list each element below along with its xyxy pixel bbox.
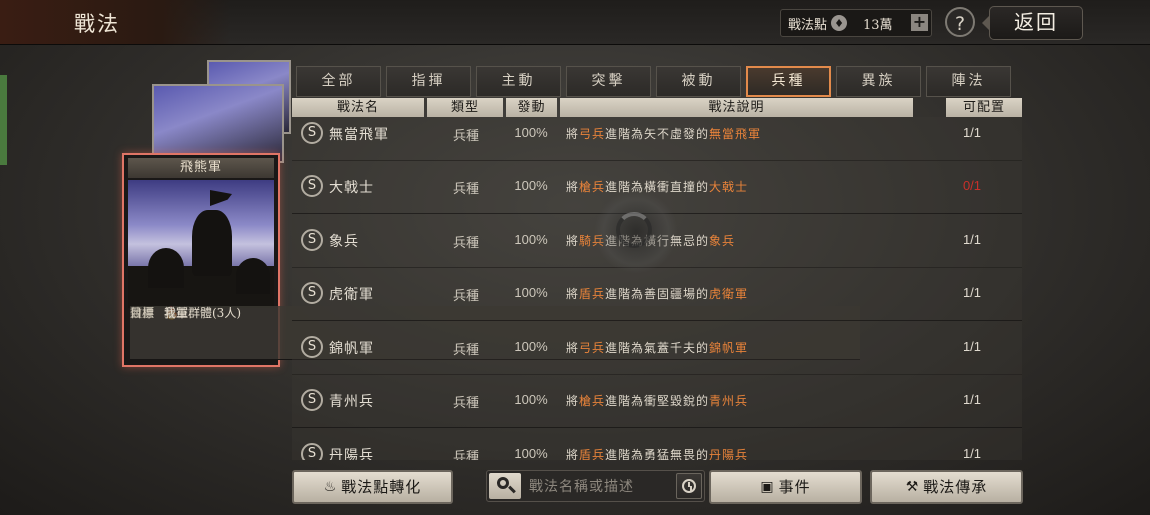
tactic-rate: 100% [514,392,548,407]
tactic-type: 兵種 [452,450,479,460]
tactic-type: 兵種 [452,236,479,251]
tactic-available: 1/1 [962,392,982,407]
search-input[interactable] [527,474,666,500]
table-row[interactable]: S 無當飛軍 兵種 100% 將弓兵進階為矢不虛發的無當飛軍 1/1 [292,117,1022,161]
grade-icon: S [301,443,323,460]
card-value-target: 我軍群體(3人) [164,306,241,320]
convert-points-button[interactable]: ♨ 戰法點轉化 [292,470,453,504]
top-bar: 戰法 戰法點 ♦ 13萬 + ? 返回 [0,0,1150,45]
column-header-type[interactable]: 類型 [427,98,503,117]
table-row[interactable]: S 錦帆軍 兵種 100% 將弓兵進階為氣蓋千夫的錦帆軍 1/1 [292,321,1022,375]
tactic-available: 1/1 [962,232,982,247]
selected-tactic-card[interactable]: 飛熊軍 適用 🔥 類型 兵種 效果 增益 目標 我軍群體(3人) [122,153,860,367]
tactic-type: 兵種 [452,182,479,197]
flame-icon: ♨ [323,479,338,495]
card-artwork [128,180,274,308]
stack-card-middle [152,84,284,163]
tab-troop-type[interactable]: 兵種 [746,66,831,97]
tactic-name: 大戟士 [329,180,374,196]
tactic-name: 丹陽兵 [329,448,374,460]
tactic-rate: 100% [514,178,548,193]
tactic-available: 0/1 [962,178,982,193]
tactic-name: 象兵 [329,234,359,250]
tab-foreign[interactable]: 異族 [836,66,921,97]
grade-icon: S [301,336,323,358]
tactic-points-label: 戰法點 [788,17,828,33]
tactic-points-box: 戰法點 ♦ 13萬 + [780,9,932,37]
tactic-name: 青州兵 [329,394,374,410]
event-label: 事件 [778,478,811,496]
tactic-available: 1/1 [962,339,982,354]
tactic-type: 兵種 [452,129,479,144]
tab-assault[interactable]: 突擊 [566,66,651,97]
category-tabs: 全部 指揮 主動 突擊 被動 兵種 異族 陣法 [296,66,1022,98]
event-book-icon: ▣ [760,479,775,495]
tactic-description: 將槍兵進階為衝堅毀銳的青州兵 [566,394,749,408]
grade-icon: S [301,282,323,304]
tab-passive[interactable]: 被動 [656,66,741,97]
tactic-description: 將弓兵進階為矢不虛發的無當飛軍 [566,127,762,141]
grade-icon: S [301,122,323,144]
tab-active[interactable]: 主動 [476,66,561,97]
tactic-rate: 100% [514,285,548,300]
tactic-description: 將盾兵進階為善固疆場的虎衛軍 [566,287,749,301]
tactic-name: 虎衛軍 [329,287,374,303]
search-icon[interactable] [489,473,521,499]
table-row[interactable]: S 青州兵 兵種 100% 將槍兵進階為衝堅毀銳的青州兵 1/1 [292,374,1022,428]
search-box [486,470,705,502]
event-button[interactable]: ▣ 事件 [709,470,862,504]
card-title: 飛熊軍 [128,158,274,178]
column-header-description: 戰法說明 [560,98,913,117]
tactic-description: 將弓兵進階為氣蓋千夫的錦帆軍 [566,341,749,355]
hammer-icon: ⚒ [905,479,920,495]
tactic-type: 兵種 [452,289,479,304]
grade-icon: S [301,175,323,197]
tactic-rate: 100% [514,446,548,460]
column-header-name[interactable]: 戰法名 [292,98,424,117]
help-button[interactable]: ? [945,7,975,37]
tactic-available: 1/1 [962,125,982,140]
side-handle[interactable] [0,75,7,165]
tactic-type: 兵種 [452,343,479,358]
tactic-point-icon: ♦ [831,15,848,31]
tactic-description: 將盾兵進階為勇猛無畏的丹陽兵 [566,448,749,460]
tactic-type: 兵種 [452,396,479,411]
column-header-rate[interactable]: 發動 [506,98,557,117]
column-header-available[interactable]: 可配置 [946,98,1022,117]
back-button[interactable]: 返回 [982,6,1083,40]
tactic-available: 1/1 [962,285,982,300]
inherit-tactic-label: 戰法傳承 [923,478,988,496]
card-key-target: 目標 [130,306,155,320]
page-title: 戰法 [74,12,120,36]
tactic-rate: 100% [514,125,548,140]
grade-icon: S [301,389,323,411]
tactic-rate: 100% [514,232,548,247]
tactic-name: 錦帆軍 [329,341,374,357]
inherit-tactic-button[interactable]: ⚒ 戰法傳承 [870,470,1023,504]
tactic-available: 1/1 [962,446,982,460]
table-row[interactable]: S 虎衛軍 兵種 100% 將盾兵進階為善固疆場的虎衛軍 1/1 [292,267,1022,321]
add-points-button[interactable]: + [911,14,928,31]
tactic-rate: 100% [514,339,548,354]
grade-icon: S [301,229,323,251]
history-clock-icon[interactable] [676,473,702,499]
loading-spinner-icon [594,190,678,274]
tactic-description: 將槍兵進階為橫衝直撞的大戟士 [566,180,749,194]
tactic-points-value: 13萬 [863,17,893,33]
tab-formation[interactable]: 陣法 [926,66,1011,97]
convert-points-label: 戰法點轉化 [341,478,422,496]
tab-command[interactable]: 指揮 [386,66,471,97]
table-row[interactable]: S 丹陽兵 兵種 100% 將盾兵進階為勇猛無畏的丹陽兵 1/1 [292,428,1022,460]
tactic-list[interactable]: S 無當飛軍 兵種 100% 將弓兵進階為矢不虛發的無當飛軍 1/1 S 大戟士… [292,117,1022,460]
tactic-name: 無當飛軍 [329,127,389,143]
tab-all[interactable]: 全部 [296,66,381,97]
